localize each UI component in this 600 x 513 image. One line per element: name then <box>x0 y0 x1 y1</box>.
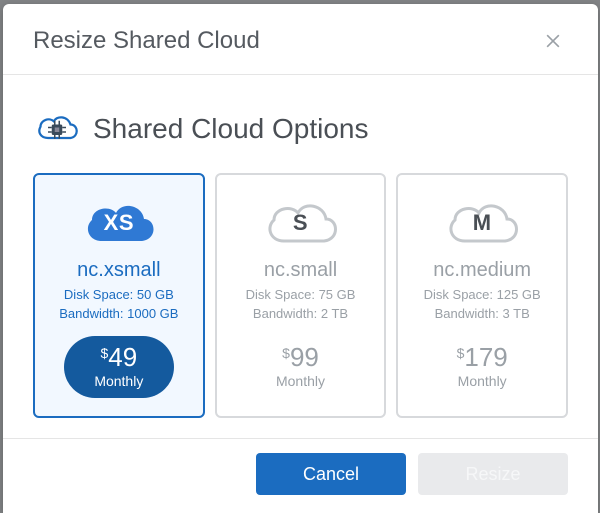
option-bandwidth: Bandwidth: 3 TB <box>406 305 558 324</box>
option-cards: XS nc.xsmall Disk Space: 50 GB Bandwidth… <box>33 173 568 418</box>
cloud-icon: XS <box>80 195 158 247</box>
option-disk: Disk Space: 125 GB <box>406 286 558 305</box>
price-amount: 99 <box>290 344 319 370</box>
option-disk: Disk Space: 50 GB <box>43 286 195 305</box>
option-bandwidth: Bandwidth: 2 TB <box>225 305 377 324</box>
modal-header: Resize Shared Cloud <box>3 4 598 75</box>
price-pill: $ 49 Monthly <box>64 336 174 398</box>
cloud-size-label: XS <box>104 210 134 236</box>
cloud-icon-wrap: S <box>225 191 377 251</box>
section-title: Shared Cloud Options <box>93 113 369 145</box>
currency-label: $ <box>100 346 108 360</box>
option-name: nc.xsmall <box>43 259 195 282</box>
cloud-chip-icon <box>33 105 81 153</box>
price-amount: 49 <box>108 344 137 370</box>
price-amount: 179 <box>464 344 507 370</box>
section-header: Shared Cloud Options <box>33 105 568 153</box>
currency-label: $ <box>457 346 465 360</box>
price-interval: Monthly <box>246 373 356 389</box>
cloud-icon: M <box>443 195 521 247</box>
cloud-icon: S <box>262 195 340 247</box>
option-card-xsmall[interactable]: XS nc.xsmall Disk Space: 50 GB Bandwidth… <box>33 173 205 418</box>
price-interval: Monthly <box>64 373 174 389</box>
option-bandwidth: Bandwidth: 1000 GB <box>43 305 195 324</box>
close-icon <box>543 31 563 51</box>
cancel-button[interactable]: Cancel <box>256 453 406 495</box>
modal-title: Resize Shared Cloud <box>33 27 260 55</box>
cloud-size-label: S <box>293 210 308 236</box>
currency-label: $ <box>282 346 290 360</box>
option-card-small[interactable]: S nc.small Disk Space: 75 GB Bandwidth: … <box>215 173 387 418</box>
resize-button[interactable]: Resize <box>418 453 568 495</box>
option-name: nc.small <box>225 259 377 282</box>
cloud-size-label: M <box>473 210 492 236</box>
cloud-icon-wrap: XS <box>43 191 195 251</box>
modal-footer: Cancel Resize <box>3 438 598 513</box>
price-pill: $ 179 Monthly <box>427 336 537 398</box>
price-pill: $ 99 Monthly <box>246 336 356 398</box>
modal-body: Shared Cloud Options XS nc.xsmall Disk S… <box>3 75 598 438</box>
option-disk: Disk Space: 75 GB <box>225 286 377 305</box>
price-interval: Monthly <box>427 373 537 389</box>
close-button[interactable] <box>538 26 568 56</box>
option-card-medium[interactable]: M nc.medium Disk Space: 125 GB Bandwidth… <box>396 173 568 418</box>
resize-modal: Resize Shared Cloud <box>3 4 598 513</box>
cloud-icon-wrap: M <box>406 191 558 251</box>
option-name: nc.medium <box>406 259 558 282</box>
